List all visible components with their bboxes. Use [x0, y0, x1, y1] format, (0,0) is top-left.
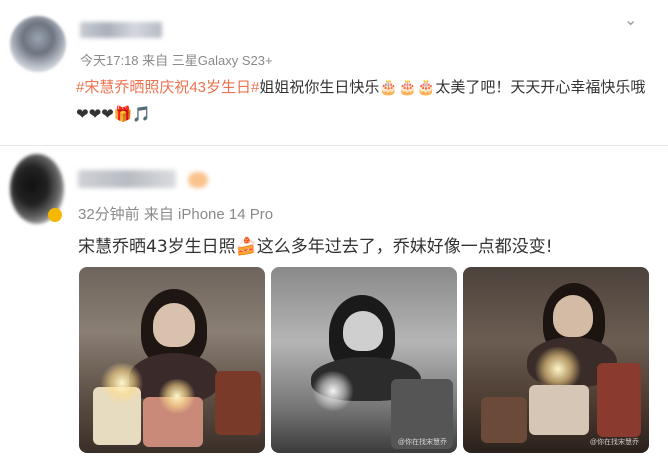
comment: 32分钟前 来自 iPhone 14 Pro 宋慧乔晒43岁生日照🍰这么多年过去… — [0, 146, 668, 473]
cake — [529, 385, 589, 435]
candle-glow — [157, 379, 197, 413]
username-blurred[interactable] — [78, 170, 176, 188]
face — [553, 295, 593, 337]
watermark: @你在找宋慧乔 — [589, 439, 639, 446]
photo-3[interactable]: @你在找宋慧乔 — [463, 267, 649, 453]
verified-badge-icon — [48, 208, 62, 222]
post-text: #宋慧乔晒照庆祝43岁生日#姐姐祝你生日快乐🎂🎂🎂太美了吧！天天开心幸福快乐哦❤… — [76, 74, 656, 128]
photo-grid: @你在找宋慧乔 @你在找宋慧乔 — [79, 267, 657, 453]
level-badge-icon — [188, 172, 208, 188]
post-meta: 今天17:18 来自 三星Galaxy S23+ — [80, 53, 273, 68]
comment-meta: 32分钟前 来自 iPhone 14 Pro — [78, 206, 274, 223]
flowers — [215, 371, 261, 435]
watermark: @你在找宋慧乔 — [397, 439, 447, 446]
topic-link[interactable]: #宋慧乔晒照庆祝43岁生日# — [76, 79, 259, 96]
face — [343, 311, 383, 351]
avatar[interactable] — [10, 16, 66, 72]
candle-glow — [311, 371, 355, 411]
photo-1[interactable] — [79, 267, 265, 453]
comment-text: 宋慧乔晒43岁生日照🍰这么多年过去了，乔妹好像一点都没变! — [78, 237, 553, 257]
username-blurred[interactable] — [80, 22, 162, 38]
candle-glow — [99, 363, 145, 403]
flowers — [597, 363, 641, 437]
chevron-down-icon[interactable]: ⌄ — [624, 13, 638, 29]
weibo-post: ⌄ 今天17:18 来自 三星Galaxy S23+ #宋慧乔晒照庆祝43岁生日… — [0, 0, 668, 146]
face — [153, 303, 195, 347]
cake — [481, 397, 527, 443]
photo-2[interactable]: @你在找宋慧乔 — [271, 267, 457, 453]
